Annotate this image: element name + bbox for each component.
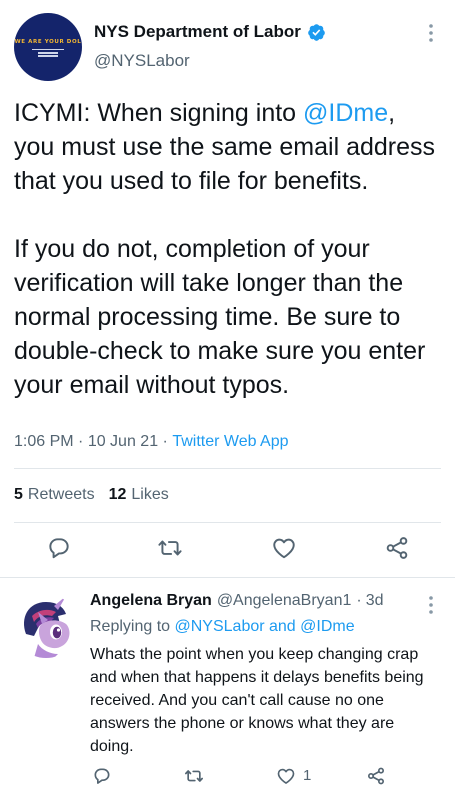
likes-count: 12 [108,486,127,503]
replying-prefix: Replying to [90,618,175,635]
retweets-count: 5 [14,486,23,503]
more-options-icon[interactable] [422,594,440,616]
tweet-metadata: 1:06 PM · 10 Jun 21 · Twitter Web App [14,433,289,451]
reply-display-name[interactable]: Angelena Bryan [90,592,212,610]
divider [14,522,441,523]
more-options-icon[interactable] [422,22,440,44]
verified-badge-icon [308,23,325,41]
share-icon[interactable] [366,766,386,786]
likes-label: Likes [131,486,169,503]
reply-separator: · [356,592,362,609]
avatar-logo-mark [38,52,58,58]
reply-header: Angelena Bryan @AngelenaBryan1 · 3d [90,592,384,610]
reply-icon[interactable] [92,766,112,786]
avatar[interactable]: WE ARE YOUR DOL [14,13,82,81]
avatar-logo-line [32,49,64,50]
tweet-time[interactable]: 1:06 PM [14,433,74,451]
retweets-stat[interactable]: 5 Retweets [14,486,95,504]
reply-like-count: 1 [303,767,312,784]
tweet-text: ICYMI: When signing into @IDme, you must… [14,96,444,402]
tweet-source-app[interactable]: Twitter Web App [172,433,288,451]
retweet-icon[interactable] [184,766,204,786]
tweet-actions [0,535,455,569]
tweet-date[interactable]: 10 Jun 21 [88,433,158,451]
tweet-text-part1: ICYMI: When signing into [14,99,304,127]
like-icon[interactable] [276,766,296,786]
avatar-logo-text: WE ARE YOUR DOL [14,39,82,45]
likes-stat[interactable]: 12 Likes [109,486,169,504]
like-icon[interactable] [271,535,297,561]
author-display-name[interactable]: NYS Department of Labor [94,22,301,42]
mention-link[interactable]: @IDme [303,99,388,127]
meta-separator: · [158,433,173,450]
replying-mention-2[interactable]: @IDme [300,618,354,635]
avatar[interactable] [14,594,78,658]
tweet-text-part2: , you must use the same email address th… [14,99,436,399]
reply-age: 3d [365,592,384,609]
reply-actions: 1 [0,766,455,792]
reply-icon[interactable] [46,535,72,561]
retweet-icon[interactable] [157,535,183,561]
replying-and: and [264,618,301,635]
replying-mention-1[interactable]: @NYSLabor [175,618,265,635]
share-icon[interactable] [384,535,410,561]
reply-text: Whats the point when you keep changing c… [90,646,424,755]
divider [14,468,441,469]
tweet-stats: 5 Retweets 12 Likes [14,486,169,504]
reply-handle[interactable]: @AngelenaBryan1 [217,592,352,610]
meta-separator: · [73,433,88,450]
reply-tweet[interactable]: Angelena Bryan @AngelenaBryan1 · 3d Repl… [0,578,455,800]
author-name-row[interactable]: NYS Department of Labor [94,20,326,44]
author-handle[interactable]: @NYSLabor [94,51,190,71]
replying-to: Replying to @NYSLabor and @IDme [90,618,355,636]
retweets-label: Retweets [27,486,95,503]
